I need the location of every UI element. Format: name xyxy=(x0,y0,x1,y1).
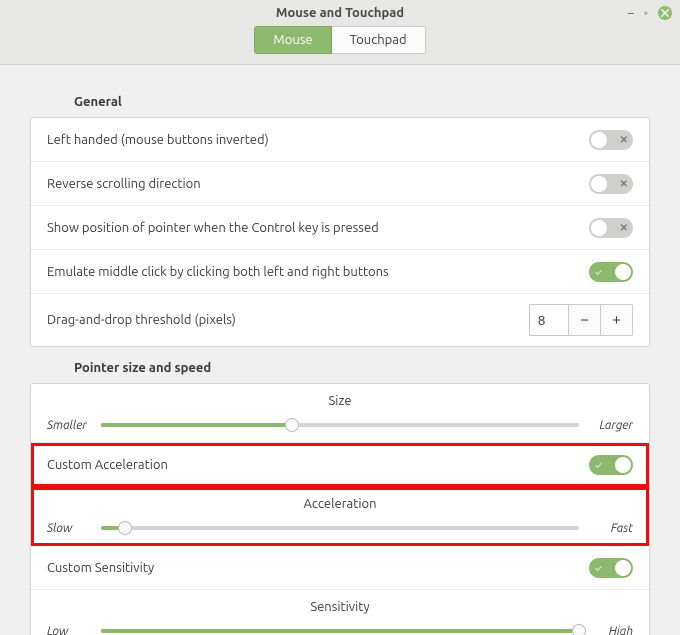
row-size: Size Smaller Larger xyxy=(31,384,649,443)
close-icon[interactable] xyxy=(658,6,672,20)
window-controls: – ◦ xyxy=(628,0,672,26)
row-left-handed: Left handed (mouse buttons inverted) ✕ xyxy=(31,118,649,162)
label-dnd-threshold: Drag-and-drop threshold (pixels) xyxy=(47,313,529,327)
titlebar: Mouse and Touchpad – ◦ xyxy=(0,0,680,26)
dnd-threshold-increment[interactable]: + xyxy=(601,304,633,336)
window-header: Mouse and Touchpad – ◦ Mouse Touchpad xyxy=(0,0,680,65)
tab-bar: Mouse Touchpad xyxy=(0,26,680,64)
sensitivity-slider[interactable] xyxy=(101,624,579,635)
label-reverse-scroll: Reverse scrolling direction xyxy=(47,177,589,191)
content-area: General Left handed (mouse buttons inver… xyxy=(0,65,680,635)
size-slider[interactable] xyxy=(101,418,579,432)
slider-title-sensitivity: Sensitivity xyxy=(47,600,633,614)
sensitivity-max-label: High xyxy=(589,625,633,635)
check-icon: ✓ xyxy=(595,459,602,470)
panel-pointer: Size Smaller Larger Custom Acceleration … xyxy=(30,383,650,635)
section-title-general: General xyxy=(74,95,650,109)
spin-dnd-threshold: − + xyxy=(529,304,633,336)
toggle-show-position[interactable]: ✕ xyxy=(589,218,633,238)
check-icon: ✓ xyxy=(595,562,602,573)
row-show-position: Show position of pointer when the Contro… xyxy=(31,206,649,250)
acceleration-min-label: Slow xyxy=(47,522,91,535)
toggle-custom-acceleration[interactable]: ✓ xyxy=(589,455,633,475)
acceleration-max-label: Fast xyxy=(589,522,633,535)
row-custom-acceleration: Custom Acceleration ✓ xyxy=(31,443,649,487)
label-custom-acceleration: Custom Acceleration xyxy=(47,458,589,472)
row-sensitivity: Sensitivity Low High xyxy=(31,590,649,635)
row-custom-sensitivity: Custom Sensitivity ✓ xyxy=(31,546,649,590)
dnd-threshold-input[interactable] xyxy=(529,304,569,336)
row-reverse-scroll: Reverse scrolling direction ✕ xyxy=(31,162,649,206)
label-show-position: Show position of pointer when the Contro… xyxy=(47,221,589,235)
toggle-left-handed[interactable]: ✕ xyxy=(589,130,633,150)
row-emulate-middle: Emulate middle click by clicking both le… xyxy=(31,250,649,294)
size-min-label: Smaller xyxy=(47,419,91,432)
slider-title-acceleration: Acceleration xyxy=(47,497,633,511)
toggle-custom-sensitivity[interactable]: ✓ xyxy=(589,558,633,578)
acceleration-slider[interactable] xyxy=(101,521,579,535)
toggle-emulate-middle[interactable]: ✓ xyxy=(589,262,633,282)
row-dnd-threshold: Drag-and-drop threshold (pixels) − + xyxy=(31,294,649,346)
sensitivity-min-label: Low xyxy=(47,625,91,635)
maximize-icon[interactable]: ◦ xyxy=(644,6,648,20)
dnd-threshold-decrement[interactable]: − xyxy=(569,304,601,336)
label-custom-sensitivity: Custom Sensitivity xyxy=(47,561,589,575)
window-title: Mouse and Touchpad xyxy=(276,6,404,20)
label-left-handed: Left handed (mouse buttons inverted) xyxy=(47,133,589,147)
panel-general: Left handed (mouse buttons inverted) ✕ R… xyxy=(30,117,650,347)
minimize-icon[interactable]: – xyxy=(628,7,634,20)
row-acceleration: Acceleration Slow Fast xyxy=(31,487,649,546)
toggle-reverse-scroll[interactable]: ✕ xyxy=(589,174,633,194)
section-title-pointer: Pointer size and speed xyxy=(74,361,650,375)
label-emulate-middle: Emulate middle click by clicking both le… xyxy=(47,265,589,279)
tab-mouse[interactable]: Mouse xyxy=(254,26,331,54)
size-max-label: Larger xyxy=(589,419,633,432)
cross-icon: ✕ xyxy=(620,134,628,146)
slider-title-size: Size xyxy=(47,394,633,408)
check-icon: ✓ xyxy=(595,266,602,277)
tab-touchpad[interactable]: Touchpad xyxy=(332,26,426,54)
cross-icon: ✕ xyxy=(620,178,628,190)
cross-icon: ✕ xyxy=(620,222,628,234)
